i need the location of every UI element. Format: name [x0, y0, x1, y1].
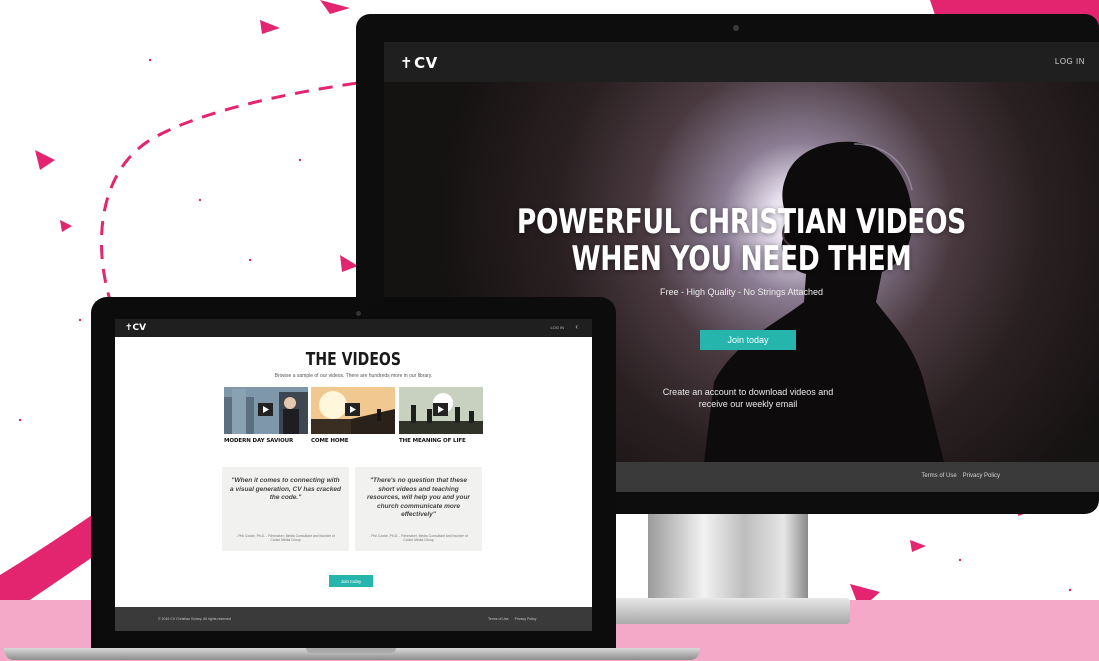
video-thumbnail[interactable] — [399, 387, 483, 434]
testimonial-author: - Phil Cooke, Ph.D. - Filmmaker, Media C… — [369, 533, 468, 543]
copyright-text: © 2019 CV Christian Victory. All rights … — [158, 617, 232, 621]
testimonial-card: "There's no question that these short vi… — [355, 467, 482, 551]
laptop-notch — [306, 648, 396, 653]
hero-subtitle: Free - High Quality - No Strings Attache… — [659, 287, 824, 297]
testimonial-quote: "When it comes to connecting with a visu… — [230, 477, 341, 501]
logo-text: CV — [414, 54, 438, 72]
testimonial-quote: "There's no question that these short vi… — [367, 477, 470, 518]
hero-title-line-2: WHEN YOU NEED THEM — [571, 239, 912, 279]
join-today-button[interactable]: Join today — [700, 330, 796, 350]
privacy-policy-link[interactable]: Privacy Policy — [963, 473, 1000, 479]
videos-intro: Browse a sample of our videos. There are… — [274, 373, 433, 379]
footer-links: Terms of Use Privacy Policy — [921, 473, 1000, 479]
logo-text: CV — [132, 323, 147, 333]
hero-title-line-1: POWERFUL CHRISTIAN VIDEOS — [516, 202, 966, 242]
testimonial-author: - Phil Cooke, Ph.D. - Filmmaker, Media C… — [236, 533, 335, 543]
video-card-come-home[interactable]: COME HOME — [311, 387, 395, 444]
join-today-button[interactable]: Join today — [329, 575, 373, 587]
login-link[interactable]: LOG IN — [550, 325, 564, 330]
cv-logo[interactable]: ✝CV — [400, 54, 438, 72]
play-icon[interactable] — [258, 403, 273, 416]
videos-heading: THE VIDEOS — [305, 349, 401, 370]
monitor-stand-foot — [610, 598, 850, 624]
laptop: ✝CV LOG IN ‹ THE VIDEOS Browse a sample … — [91, 297, 616, 655]
video-card-meaning-of-life[interactable]: THE MEANING OF LIFE — [399, 387, 483, 444]
cross-icon: ✝ — [125, 323, 133, 333]
chevron-left-icon[interactable]: ‹ — [575, 322, 578, 331]
video-thumbnail[interactable] — [224, 387, 308, 434]
video-title: THE MEANING OF LIFE — [399, 438, 466, 444]
monitor-stand-neck — [648, 510, 808, 605]
terms-of-use-link[interactable]: Terms of Use — [488, 617, 509, 621]
hero-caption: Create an account to download videos and… — [662, 387, 834, 409]
footer-links: Terms of Use Privacy Policy — [488, 617, 536, 621]
laptop-footer: © 2019 CV Christian Victory. All rights … — [115, 607, 592, 631]
testimonial-card: "When it comes to connecting with a visu… — [222, 467, 349, 551]
laptop-camera — [356, 311, 361, 316]
login-link[interactable]: LOG IN — [1055, 57, 1085, 66]
terms-of-use-link[interactable]: Terms of Use — [921, 473, 956, 479]
cv-logo[interactable]: ✝CV — [125, 323, 146, 333]
play-icon[interactable] — [433, 403, 448, 416]
video-title: COME HOME — [311, 438, 349, 444]
laptop-nav-bar: ✝CV LOG IN ‹ — [115, 319, 592, 337]
laptop-screen: ✝CV LOG IN ‹ THE VIDEOS Browse a sample … — [115, 319, 592, 631]
cross-icon: ✝ — [400, 54, 414, 72]
video-thumbnail[interactable] — [311, 387, 395, 434]
hero-title: POWERFUL CHRISTIAN VIDEOS WHEN YOU NEED … — [463, 204, 1021, 278]
play-icon[interactable] — [345, 403, 360, 416]
video-title: MODERN DAY SAVIOUR — [224, 438, 294, 444]
monitor-nav-bar: ✝CV LOG IN — [384, 42, 1099, 82]
privacy-policy-link[interactable]: Privacy Policy — [515, 617, 537, 621]
monitor-camera — [733, 25, 739, 31]
video-card-modern-day-saviour[interactable]: MODERN DAY SAVIOUR — [224, 387, 308, 444]
